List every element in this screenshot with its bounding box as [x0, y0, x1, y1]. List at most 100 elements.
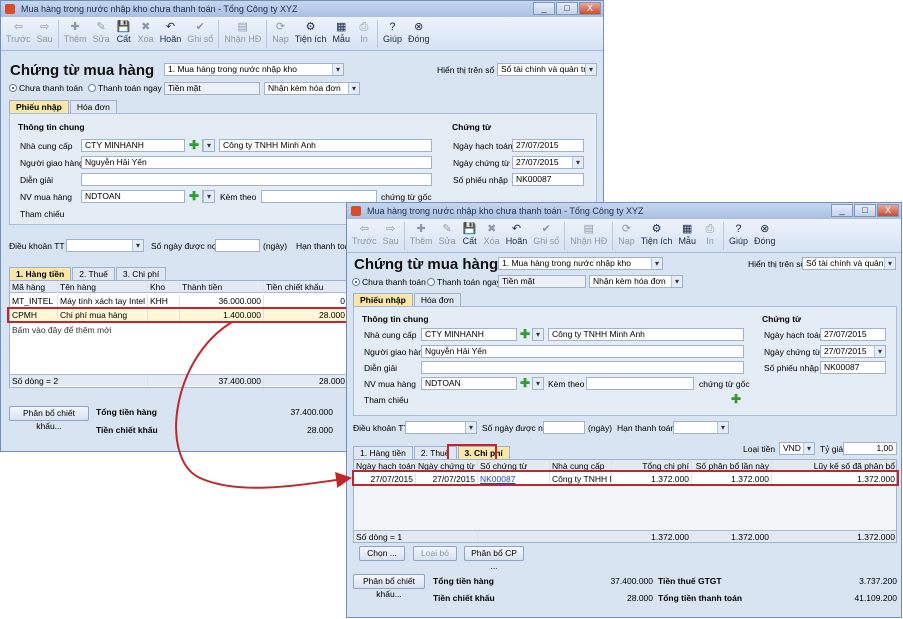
tab-invoice[interactable]: Hóa đơn: [413, 293, 461, 306]
terms-select[interactable]: [405, 421, 477, 434]
table-row[interactable]: MT_INTEL Máy tính xách tay Intel KHH 36.…: [10, 295, 346, 307]
supplier-code-field[interactable]: CTY MINHANH: [81, 139, 185, 152]
due-date-select[interactable]: [673, 421, 729, 434]
allocate-cost-button[interactable]: Phân bổ CP ...: [464, 546, 524, 571]
col-discount[interactable]: Tiền chiết khấu: [264, 281, 346, 293]
terms-select[interactable]: [66, 239, 144, 252]
toolbar-help-button[interactable]: ? Giúp: [729, 222, 748, 246]
receipt-no-field[interactable]: NK00087: [820, 361, 886, 374]
add-employee-icon[interactable]: ✚: [188, 190, 200, 202]
toolbar-save-button[interactable]: 💾 Cất: [462, 222, 478, 246]
supplier-name-field[interactable]: Công ty TNHH Minh Anh: [219, 139, 432, 152]
posting-date-field[interactable]: 27/07/2015: [512, 139, 584, 152]
add-employee-icon[interactable]: ✚: [519, 377, 531, 389]
attached-field[interactable]: [586, 377, 694, 390]
employee-field[interactable]: NDTOAN: [421, 377, 517, 390]
employee-field[interactable]: NDTOAN: [81, 190, 185, 203]
toolbar-undo-button[interactable]: ↶ Hoãn: [160, 20, 182, 44]
toolbar-reload-button[interactable]: ⟳ Nạp: [618, 222, 635, 246]
toolbar-close-window-button[interactable]: ⊗ Đóng: [754, 222, 776, 246]
receipt-no-field[interactable]: NK00087: [512, 173, 584, 186]
toolbar-forward-arrow-button[interactable]: ⇨ Sau: [383, 222, 399, 246]
days-field[interactable]: [543, 421, 585, 434]
supplier-dropdown[interactable]: [532, 328, 544, 341]
col-warehouse[interactable]: Kho: [148, 281, 180, 293]
supplier-code-field[interactable]: CTY MINHANH: [421, 328, 517, 341]
minimize-button[interactable]: _: [533, 2, 555, 15]
tab-receipt[interactable]: Phiếu nhập: [9, 100, 69, 113]
col-item-name[interactable]: Tên hàng: [58, 281, 148, 293]
deliverer-field[interactable]: Nguyễn Hải Yến: [421, 345, 744, 358]
toolbar-post-button[interactable]: ✔ Ghi sổ: [533, 222, 559, 246]
toolbar-print-button[interactable]: ⎙ In: [702, 222, 718, 246]
book-select[interactable]: Sổ tài chính và quản trị: [802, 257, 896, 270]
payment-unpaid-radio[interactable]: Chưa thanh toán: [352, 277, 426, 288]
invoice-option-select[interactable]: Nhận kèm hóa đơn: [589, 275, 683, 288]
tab-receipt[interactable]: Phiếu nhập: [353, 293, 413, 306]
tab-invoice[interactable]: Hóa đơn: [69, 100, 117, 113]
toolbar-template-button[interactable]: ▦ Mẫu: [678, 222, 696, 246]
supplier-dropdown[interactable]: [202, 139, 215, 152]
add-reference-icon[interactable]: ✚: [730, 393, 742, 405]
rate-field[interactable]: 1,00: [843, 442, 897, 455]
invoice-option-select[interactable]: Nhận kèm hóa đơn: [264, 82, 360, 95]
toolbar-post-button[interactable]: ✔ Ghi sổ: [187, 20, 213, 44]
toolbar-add-button[interactable]: ✚ Thêm: [64, 20, 87, 44]
toolbar-invoice-button[interactable]: ▤ Nhận HĐ: [570, 222, 607, 246]
tab-goods[interactable]: 1. Hàng tiền: [353, 446, 413, 459]
toolbar-delete-button[interactable]: ✖ Xóa: [484, 222, 500, 246]
minimize-button[interactable]: _: [831, 204, 853, 217]
toolbar-undo-button[interactable]: ↶ Hoãn: [506, 222, 528, 246]
payment-paid-radio[interactable]: Thanh toán ngay: [427, 277, 501, 288]
description-field[interactable]: [421, 361, 744, 374]
toolbar-forward-arrow-button[interactable]: ⇨ Sau: [37, 20, 53, 44]
voucher-date-field[interactable]: 27/07/2015: [820, 345, 886, 358]
voucher-type-select[interactable]: 1. Mua hàng trong nước nhập kho: [498, 257, 663, 270]
close-button[interactable]: X: [877, 204, 899, 217]
voucher-type-select[interactable]: 1. Mua hàng trong nước nhập kho: [164, 63, 344, 76]
toolbar-help-button[interactable]: ? Giúp: [383, 20, 402, 44]
employee-dropdown[interactable]: [202, 190, 215, 203]
toolbar-reload-button[interactable]: ⟳ Nạp: [272, 20, 289, 44]
tab-cost[interactable]: 3. Chi phí: [115, 267, 167, 280]
maximize-button[interactable]: □: [556, 2, 578, 15]
toolbar-edit-button[interactable]: ✎ Sửa: [93, 20, 110, 44]
add-new-row-hint[interactable]: Bấm vào đây để thêm mới: [12, 324, 112, 336]
days-field[interactable]: [215, 239, 260, 252]
deliverer-field[interactable]: Nguyễn Hải Yến: [81, 156, 432, 169]
col-amount[interactable]: Thành tiền: [180, 281, 264, 293]
payment-paid-radio[interactable]: Thanh toán ngay: [88, 83, 162, 94]
toolbar-delete-button[interactable]: ✖ Xóa: [138, 20, 154, 44]
close-button[interactable]: X: [579, 2, 601, 15]
posting-date-label: Ngày hạch toán: [453, 141, 513, 151]
toolbar-utilities-button[interactable]: ⚙ Tiện ích: [641, 222, 673, 246]
allocate-discount-button[interactable]: Phân bổ chiết khấu...: [353, 574, 425, 599]
book-select[interactable]: Sổ tài chính và quản trị: [497, 63, 597, 76]
voucher-date-field[interactable]: 27/07/2015: [512, 156, 584, 169]
employee-dropdown[interactable]: [532, 377, 544, 390]
maximize-button[interactable]: □: [854, 204, 876, 217]
add-supplier-icon[interactable]: ✚: [188, 139, 200, 151]
toolbar-back-arrow-button[interactable]: ⇦ Trước: [6, 20, 31, 44]
supplier-name-field[interactable]: Công ty TNHH Minh Anh: [548, 328, 744, 341]
tab-tax[interactable]: 2. Thuế: [72, 267, 115, 280]
toolbar-invoice-button[interactable]: ▤ Nhận HĐ: [224, 20, 261, 44]
toolbar-close-window-button[interactable]: ⊗ Đóng: [408, 20, 430, 44]
currency-select[interactable]: VND: [779, 442, 815, 455]
allocate-discount-button[interactable]: Phân bổ chiết khấu...: [9, 406, 89, 431]
toolbar-add-button[interactable]: ✚ Thêm: [410, 222, 433, 246]
toolbar-template-button[interactable]: ▦ Mẫu: [332, 20, 350, 44]
remove-button[interactable]: Loại bỏ: [413, 546, 457, 561]
toolbar-print-button[interactable]: ⎙ In: [356, 20, 372, 44]
toolbar-back-arrow-button[interactable]: ⇦ Trước: [352, 222, 377, 246]
toolbar-utilities-button[interactable]: ⚙ Tiện ích: [295, 20, 327, 44]
add-supplier-icon[interactable]: ✚: [519, 328, 531, 340]
choose-button[interactable]: Chọn ...: [359, 546, 405, 561]
toolbar-edit-button[interactable]: ✎ Sửa: [439, 222, 456, 246]
col-item-code[interactable]: Mã hàng: [10, 281, 58, 293]
tab-goods[interactable]: 1. Hàng tiền: [9, 267, 72, 280]
toolbar-save-button[interactable]: 💾 Cất: [116, 20, 132, 44]
description-field[interactable]: [81, 173, 432, 186]
payment-unpaid-radio[interactable]: Chưa thanh toán: [9, 83, 83, 94]
posting-date-field[interactable]: 27/07/2015: [820, 328, 886, 341]
